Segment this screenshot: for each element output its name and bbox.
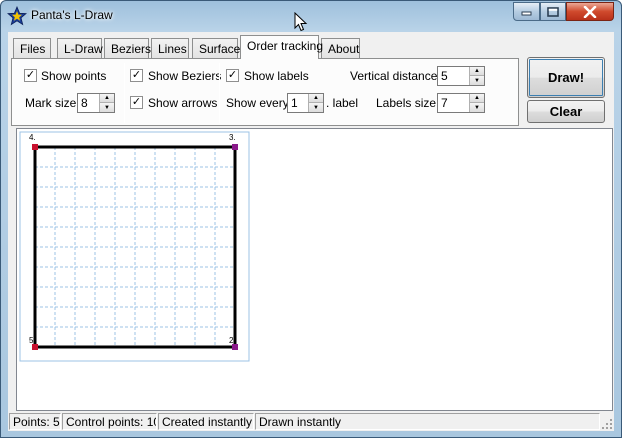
maximize-icon — [547, 6, 559, 17]
star-icon — [7, 6, 27, 26]
vertical-distance-stepper[interactable]: 5 ▲ ▼ — [437, 66, 485, 86]
stepper-down-icon[interactable]: ▼ — [470, 103, 484, 112]
show-every-label: Show every — [226, 96, 289, 110]
stepper-down-icon[interactable]: ▼ — [470, 76, 484, 85]
tab-label: Lines — [158, 42, 187, 56]
point-label: 2 — [229, 336, 234, 345]
tab-l-draw[interactable]: L-Draw — [57, 38, 103, 58]
drawing-canvas[interactable]: 4. 3. 5 2 — [16, 128, 613, 411]
clear-button[interactable]: Clear — [527, 100, 605, 123]
show-labels-checkbox[interactable]: ✓ — [226, 69, 239, 82]
tab-label: Files — [20, 42, 46, 56]
maximize-button[interactable] — [540, 2, 566, 21]
window-title: Panta's L-Draw — [31, 8, 113, 22]
show-arrows-checkbox[interactable]: ✓ — [130, 96, 143, 109]
mouse-cursor-icon — [294, 12, 308, 32]
status-control-points: Control points: 10 — [62, 413, 157, 430]
tab-label: Surface — [199, 42, 241, 56]
tab-about[interactable]: About — [321, 38, 360, 58]
point-label: 3. — [229, 133, 236, 142]
labels-size-value: 7 — [441, 96, 448, 110]
title-bar[interactable]: Panta's L-Draw — [1, 1, 621, 32]
stepper-down-icon[interactable]: ▼ — [309, 103, 323, 112]
show-every-value: 1 — [291, 96, 298, 110]
tab-beziers[interactable]: Beziers — [104, 38, 152, 58]
drawing-frame — [19, 131, 250, 362]
stepper-arrows: ▲ ▼ — [308, 94, 323, 112]
labels-size-stepper[interactable]: 7 ▲ ▼ — [437, 93, 485, 113]
vertical-distance-value: 5 — [441, 69, 448, 83]
divider — [124, 63, 125, 123]
tab-label: About — [328, 42, 360, 56]
close-icon — [583, 5, 597, 18]
point-marker — [32, 144, 38, 150]
tab-order-tracking[interactable]: Order tracking — [240, 35, 323, 59]
tab-label: Order tracking — [247, 39, 324, 53]
vertical-distance-label: Vertical distance: — [350, 69, 441, 83]
point-label: 4. — [29, 133, 36, 142]
status-bar: Points: 5 Control points: 10 Created ins… — [8, 412, 614, 431]
drawing-svg: 4. 3. 5 2 — [19, 131, 250, 362]
labels-size-label: Labels size: — [376, 96, 440, 110]
point-marker — [232, 144, 238, 150]
stepper-arrows: ▲ ▼ — [99, 94, 114, 112]
stepper-down-icon[interactable]: ▼ — [100, 103, 114, 112]
close-button[interactable] — [566, 2, 614, 21]
mark-size-value: 8 — [81, 96, 88, 110]
status-created: Created instantly — [158, 413, 254, 430]
point-label: 5 — [29, 336, 34, 345]
show-points-label: Show points — [41, 69, 107, 83]
tab-label: Beziers — [111, 42, 152, 56]
tab-surface[interactable]: Surface — [192, 38, 241, 58]
show-labels-label: Show labels — [244, 69, 309, 83]
status-points: Points: 5 — [9, 413, 61, 430]
show-beziers-label: Show Beziers — [148, 69, 222, 83]
mark-size-stepper[interactable]: 8 ▲ ▼ — [77, 93, 115, 113]
tab-files[interactable]: Files — [13, 38, 51, 58]
resize-grip-icon[interactable] — [601, 418, 613, 430]
show-points-checkbox[interactable]: ✓ — [24, 69, 37, 82]
client-area: Files L-Draw Beziers Lines Surface Order… — [8, 32, 614, 431]
minimize-icon — [521, 11, 532, 16]
show-beziers-checkbox[interactable]: ✓ — [130, 69, 143, 82]
show-every-stepper[interactable]: 1 ▲ ▼ — [287, 93, 324, 113]
divider — [219, 63, 220, 123]
stepper-up-icon[interactable]: ▲ — [470, 67, 484, 76]
app-window: Panta's L-Draw Files L-Draw Beziers Line… — [0, 0, 622, 438]
show-arrows-label: Show arrows — [148, 96, 218, 110]
tab-label: L-Draw — [64, 42, 103, 56]
stepper-arrows: ▲ ▼ — [469, 67, 484, 85]
stepper-up-icon[interactable]: ▲ — [470, 94, 484, 103]
mark-size-label: Mark size: — [25, 96, 80, 110]
minimize-button[interactable] — [513, 2, 540, 21]
show-every-suffix: . label — [326, 96, 359, 110]
stepper-up-icon[interactable]: ▲ — [100, 94, 114, 103]
draw-button[interactable]: Draw! — [527, 57, 605, 98]
stepper-up-icon[interactable]: ▲ — [309, 94, 323, 103]
status-drawn: Drawn instantly — [255, 413, 600, 430]
stepper-arrows: ▲ ▼ — [469, 94, 484, 112]
tab-lines[interactable]: Lines — [151, 38, 189, 58]
